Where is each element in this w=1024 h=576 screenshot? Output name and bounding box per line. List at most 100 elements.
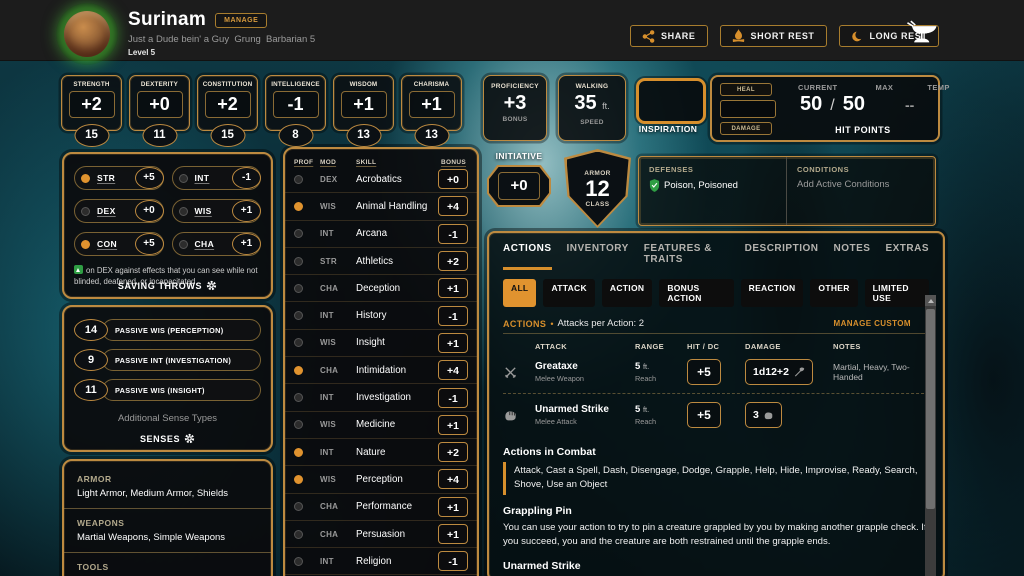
anvil-icon[interactable] [903,18,941,50]
filter-chip[interactable]: ACTION [602,279,652,307]
hp-adjust-input[interactable] [720,100,776,118]
damage-box[interactable]: 3 [745,402,782,428]
skill-bonus[interactable]: +4 [438,360,468,380]
initiative-box[interactable]: +0 [487,165,551,207]
tab[interactable]: DESCRIPTION [745,243,819,270]
skill-row[interactable]: WIS Perception +4 [285,465,477,492]
hp-current-value[interactable]: 50 [800,93,822,116]
tab[interactable]: EXTRAS [885,243,929,270]
skill-bonus[interactable]: +2 [438,251,468,271]
skill-bonus[interactable]: -1 [438,224,468,244]
senses-footer[interactable]: SENSES [64,433,271,444]
filter-chip[interactable]: ATTACK [543,279,594,307]
scroll-up-button[interactable] [925,295,936,306]
heal-button[interactable]: HEAL [720,83,772,96]
skill-bonus[interactable]: +1 [438,278,468,298]
ability-score: 15 [210,124,245,147]
skill-row[interactable]: WIS Animal Handling +4 [285,192,477,219]
additional-sense-types-link[interactable]: Additional Sense Types [74,413,261,424]
skill-row[interactable]: DEX Acrobatics +0 [285,166,477,192]
defenses-value[interactable]: Poison, Poisoned [664,180,738,191]
ability-card[interactable]: STRENGTH +2 15 [61,75,122,147]
skill-row[interactable]: CHA Performance +1 [285,493,477,520]
skill-row[interactable]: INT History -1 [285,301,477,328]
skill-row[interactable]: WIS Medicine +1 [285,411,477,438]
saving-throws-footer[interactable]: SAVING THROWS [64,280,271,291]
inspiration-box[interactable] [636,78,706,124]
saving-throw[interactable]: CHA +1 [172,232,262,256]
skill-bonus[interactable]: +4 [438,196,468,216]
tab[interactable]: FEATURES & TRAITS [644,243,730,270]
attack-row[interactable]: Greataxe Melee Weapon 5 ft. Reach +5 1d1… [503,351,929,393]
sense[interactable]: 14 PASSIVE WIS (PERCEPTION) [74,319,261,341]
sense[interactable]: 9 PASSIVE INT (INVESTIGATION) [74,349,261,371]
add-conditions-link[interactable]: Add Active Conditions [797,179,925,190]
skill-row[interactable]: CHA Deception +1 [285,274,477,301]
skill-bonus[interactable]: +1 [438,497,468,517]
defenses-conditions-panel: DEFENSES Poison, Poisoned CONDITIONS Add… [638,156,936,226]
skill-row[interactable]: INT Investigation -1 [285,383,477,410]
attack-range-sub: Reach [635,374,681,383]
initiative-label: INITIATIVE [487,151,551,161]
skill-row[interactable]: WIS Insight +1 [285,329,477,356]
skill-row[interactable]: STR Athletics +2 [285,247,477,274]
filter-chip[interactable]: REACTION [741,279,804,307]
saving-throw[interactable]: INT -1 [172,166,262,190]
skill-bonus[interactable]: -1 [438,306,468,326]
hp-temp-value[interactable]: -- [905,97,914,113]
tab[interactable]: NOTES [833,243,870,270]
saving-throw[interactable]: STR +5 [74,166,164,190]
filter-chip[interactable]: BONUS ACTION [659,279,733,307]
skill-row[interactable]: CHA Persuasion +1 [285,520,477,547]
saving-throw[interactable]: DEX +0 [74,199,164,223]
filter-chip[interactable]: ALL [503,279,536,307]
scrollbar[interactable] [925,295,936,576]
scrollbar-thumb[interactable] [926,309,935,509]
short-rest-button[interactable]: SHORT REST [720,25,827,47]
ability-frame: WISDOM +1 [333,75,394,131]
share-button[interactable]: SHARE [630,25,708,47]
manage-button[interactable]: MANAGE [215,13,267,28]
ability-card[interactable]: CONSTITUTION +2 15 [197,75,258,147]
filter-chip[interactable]: OTHER [810,279,857,307]
skill-bonus[interactable]: +4 [438,469,468,489]
skill-row[interactable]: CHA Intimidation +4 [285,356,477,383]
hit-bonus-box[interactable]: +5 [687,359,721,385]
speed-box[interactable]: WALKING 35 ft. SPEED [558,75,626,141]
skill-ability: WIS [320,420,356,429]
proficiency-bottom-label: BONUS [484,116,546,123]
skill-row[interactable]: INT Arcana -1 [285,220,477,247]
skill-bonus[interactable]: -1 [438,388,468,408]
damage-box[interactable]: 1d12+2 [745,359,813,385]
skills-list: DEX Acrobatics +0 WIS Animal Handling +4… [285,166,477,576]
proficiency-bonus-box[interactable]: PROFICIENCY +3 BONUS [483,75,547,141]
ability-card[interactable]: CHARISMA +1 13 [401,75,462,147]
ability-card[interactable]: WISDOM +1 13 [333,75,394,147]
skill-bonus[interactable]: +0 [438,169,468,189]
skill-row[interactable]: INT Nature +2 [285,438,477,465]
damage-button[interactable]: DAMAGE [720,122,772,135]
saving-throw[interactable]: CON +5 [74,232,164,256]
skill-bonus[interactable]: +2 [438,442,468,462]
skill-bonus[interactable]: +1 [438,333,468,353]
defense-shield-icon [649,179,660,192]
skills-header-mod: MOD [320,159,356,166]
header-damage: DAMAGE [745,342,827,351]
sense[interactable]: 11 PASSIVE WIS (INSIGHT) [74,379,261,401]
conditions-title: CONDITIONS [797,165,925,174]
avatar[interactable] [56,3,118,65]
skill-bonus[interactable]: -1 [438,551,468,571]
attack-row[interactable]: Unarmed Strike Melee Attack 5 ft. Reach … [503,393,929,436]
ability-card[interactable]: INTELLIGENCE -1 8 [265,75,326,147]
manage-custom-link[interactable]: MANAGE CUSTOM [834,319,912,328]
hit-points-panel: HEAL DAMAGE CURRENT MAX TEMP 50 / 50 -- … [710,75,940,142]
tab[interactable]: ACTIONS [503,243,552,270]
saving-throw[interactable]: WIS +1 [172,199,262,223]
skill-bonus[interactable]: +1 [438,415,468,435]
tab[interactable]: INVENTORY [567,243,629,270]
hit-bonus-box[interactable]: +5 [687,402,721,428]
filter-chip[interactable]: LIMITED USE [865,279,929,307]
skill-row[interactable]: INT Religion -1 [285,547,477,574]
ability-card[interactable]: DEXTERITY +0 11 [129,75,190,147]
skill-bonus[interactable]: +1 [438,524,468,544]
